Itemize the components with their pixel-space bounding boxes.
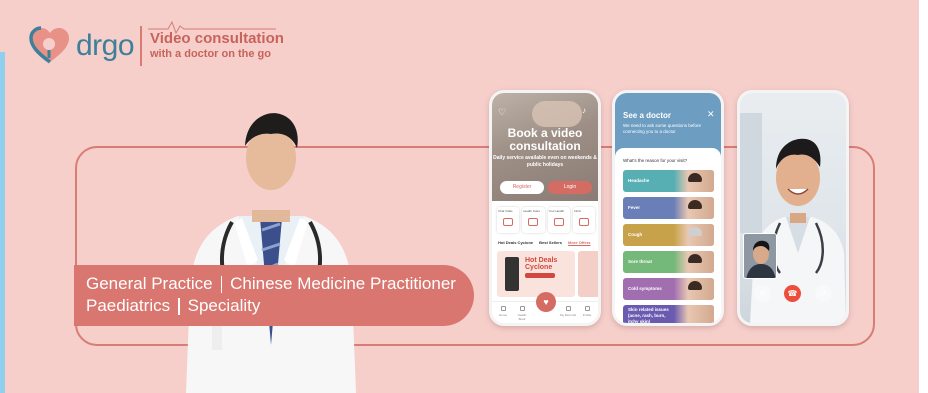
promo-phone-image [505,257,519,291]
option-label: Skin related issues (acne, rash, burn, i… [628,307,669,324]
nav-label: Profile [582,313,592,317]
tile-label: Your Health [548,209,565,213]
tagline-title: Video consultation [150,30,284,47]
hero-subtitle: Daily service available even on weekends… [493,155,597,168]
option-label: Fever [628,205,641,210]
home-icon [500,306,506,311]
profile-icon [584,306,590,311]
option-cough[interactable]: Cough [623,224,714,246]
phone-questions-screen: See a doctor ✕ We need to ask some quest… [612,90,724,326]
visit-reason-question: What's the reason for your visit? [623,158,688,163]
nav-profile[interactable]: Profile [579,306,595,317]
phone-video-call-screen: ✕ ☎ ⟳ [737,90,849,326]
photo-hair [688,200,702,209]
option-fever[interactable]: Fever [623,197,714,219]
questions-subtitle: We need to ask some questions before con… [623,123,701,134]
specialty-chinese-medicine: Chinese Medicine Practitioner [230,274,456,293]
logo-text: drgo [76,29,135,62]
mute-icon[interactable]: ✕ [754,285,771,302]
option-photo [674,305,714,323]
specialties-line-1: General Practice Chinese Medicine Practi… [86,273,474,295]
promo-card[interactable]: Hot Deals Cyclone [497,251,575,297]
service-tile[interactable]: Chat Vitals [497,207,520,233]
login-button[interactable]: Login [548,181,592,194]
nav-label: Home [498,313,507,317]
service-tiles: Chat Vitals Health Index Your Health Cli… [497,207,595,233]
camera-switch-icon[interactable]: ⟳ [815,285,832,302]
option-photo [674,170,714,192]
service-tile[interactable]: Your Health [547,207,570,233]
consult-fab-heart-icon[interactable]: ♥ [536,292,556,312]
promo-banner: drgo Video consultation with a doctor on… [0,0,928,393]
hero-image [532,101,582,127]
phone-icon [528,218,539,226]
nav-home[interactable]: Home [495,306,511,317]
option-photo [674,197,714,219]
records-icon [565,306,571,311]
questions-title: See a doctor [623,111,672,120]
doctor-photo [186,113,356,393]
deals-tabs: Hot Deals Cyclone Best Sellers More Offe… [498,240,590,245]
promo-badge [525,273,555,278]
self-view-pip[interactable] [743,233,777,279]
specialties-pill: General Practice Chinese Medicine Practi… [74,265,474,326]
promo-title: Hot Deals Cyclone [525,257,558,271]
side-strip [0,52,5,393]
specialty-speciality: Speciality [187,296,261,315]
phone-home-screen: ♡ ♪ Book a video consultation Daily serv… [489,90,601,326]
option-label: Cold symptoms [628,286,662,291]
drgo-logo: drgo [28,26,135,66]
service-tile[interactable]: Clinic [572,207,595,233]
logo-divider [140,26,142,66]
specialty-paediatrics: Paediatrics [86,296,171,315]
option-sore-throat[interactable]: Sore throat [623,251,714,273]
nav-records[interactable]: My Records [560,306,576,317]
specialty-general-practice: General Practice [86,274,213,293]
patient-video-feed [744,234,776,278]
tagline: Video consultation with a doctor on the … [150,30,284,60]
document-icon [553,218,564,226]
heart-pulse-icon [503,218,513,226]
specialties-line-2: Paediatrics Speciality [86,295,474,317]
end-call-icon[interactable]: ☎ [784,285,801,302]
hero-title: Book a video consultation [507,126,583,153]
heart-stethoscope-icon [29,26,69,64]
nav-health-book[interactable]: Health Book [514,306,530,321]
nav-label: My Records [560,313,577,317]
tab-hot-deals[interactable]: Hot Deals Cyclone [498,240,533,245]
tagline-subtitle: with a doctor on the go [150,48,271,60]
hero-banner: ♡ ♪ Book a video consultation Daily serv… [492,93,598,201]
promo-card-next[interactable] [578,251,598,297]
tab-best-sellers[interactable]: Best Sellers [539,240,562,245]
register-button[interactable]: Register [500,181,544,194]
specialty-separator [178,297,180,315]
photo-hair [688,227,702,236]
option-photo [674,278,714,300]
close-icon[interactable]: ✕ [707,109,715,120]
right-edge [919,0,928,393]
option-skin-issues[interactable]: Skin related issues (acne, rash, burn, i… [623,305,714,324]
option-label: Cough [628,232,643,237]
tab-more-offers[interactable]: More Offers [568,240,590,245]
specialty-separator [220,275,223,293]
photo-hair [688,281,702,290]
option-label: Headache [628,178,650,183]
option-headache[interactable]: Headache [623,170,714,192]
tile-label: Chat Vitals [498,209,513,213]
bell-icon[interactable]: ♪ [582,106,586,115]
clinic-icon [578,218,589,226]
tile-label: Health Index [523,209,541,213]
tile-label: Clinic [573,209,582,213]
option-photo [674,224,714,246]
nav-label: Health Book [517,313,527,321]
photo-hair [688,173,702,182]
option-label: Sore throat [628,259,653,264]
book-icon [519,306,525,311]
bottom-nav: Home Health Book ♥ My Records Profile [492,292,598,323]
app-heart-icon: ♡ [498,107,507,117]
option-photo [674,251,714,273]
service-tile[interactable]: Health Index [522,207,545,233]
option-cold-symptoms[interactable]: Cold symptoms [623,278,714,300]
photo-hair [688,254,702,263]
